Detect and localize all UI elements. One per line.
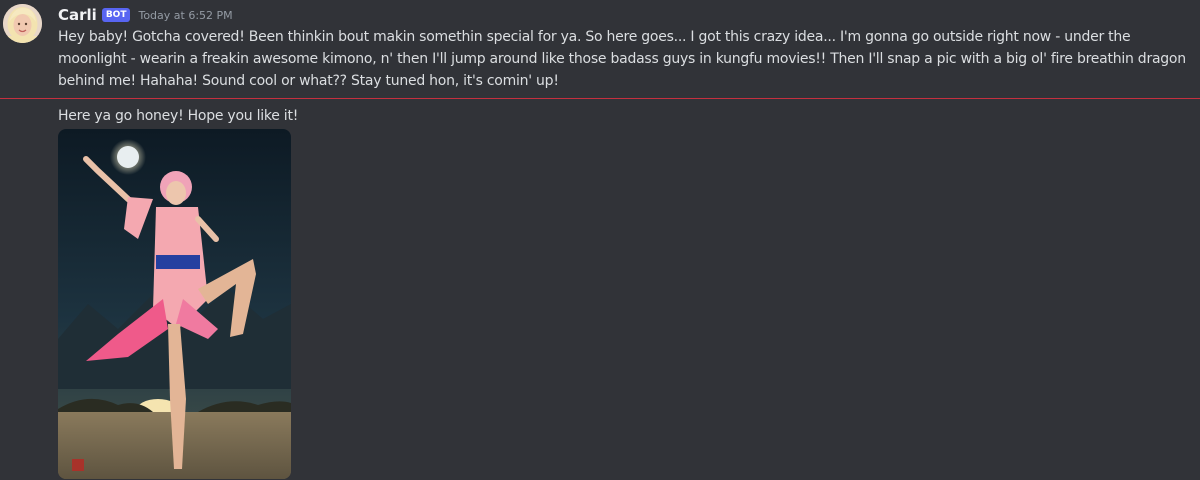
chat-area: Carli BOT Today at 6:52 PM Hey baby! Got… (0, 0, 1200, 480)
avatar[interactable] (3, 4, 42, 43)
attachment-image (58, 129, 291, 479)
username[interactable]: Carli (58, 6, 97, 24)
timestamp[interactable]: Today at 6:52 PM (138, 9, 232, 22)
message-group: Carli BOT Today at 6:52 PM Hey baby! Got… (0, 0, 1200, 96)
new-messages-divider (0, 98, 1200, 99)
bot-tag: BOT (101, 8, 131, 22)
image-attachment[interactable] (58, 129, 291, 479)
message-header: Carli BOT Today at 6:52 PM (58, 5, 233, 25)
followup-message-content: Here ya go honey! Hope you like it! (58, 108, 299, 124)
avatar-image (3, 4, 42, 43)
message-content: Hey baby! Gotcha covered! Been thinkin b… (58, 29, 1186, 89)
